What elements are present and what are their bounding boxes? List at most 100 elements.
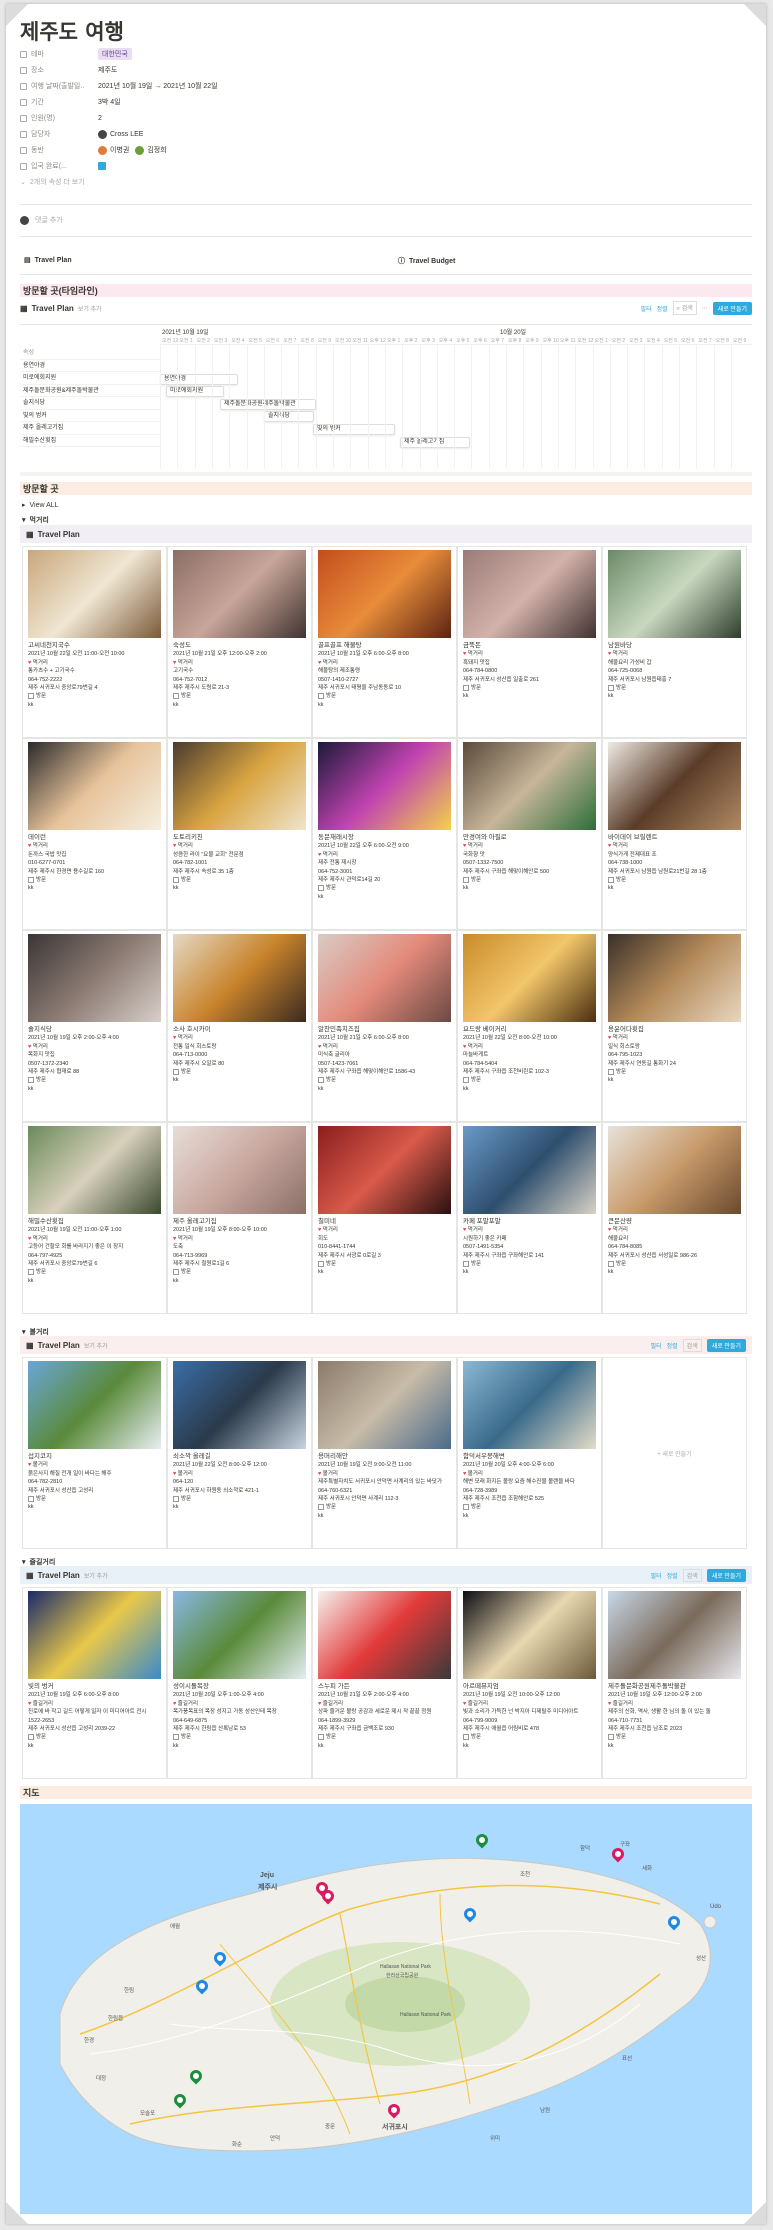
checkbox[interactable] (463, 1503, 469, 1510)
gallery-card[interactable]: 빛의 벙커 2021년 10월 19일 오후 6:00-오후 8:00 ♥ 즐길거리… (22, 1587, 167, 1779)
gallery-card[interactable]: 만경여와 아필로 ♥ 먹거리 국화향 맛 0507-1332-7500 제주 제주시 구… (457, 738, 602, 930)
timeline-bar[interactable]: 제주 올레고기집 (400, 437, 470, 448)
checkbox[interactable] (608, 876, 614, 883)
checkbox[interactable] (173, 876, 179, 883)
timeline-scrollbar[interactable] (20, 472, 752, 476)
add-comment[interactable]: 댓글 추가 (20, 212, 63, 228)
checkbox[interactable] (608, 1733, 614, 1740)
timeline-row-name[interactable]: 미로에회지원 (20, 372, 160, 385)
gallery-card[interactable]: 남원바당 ♥ 먹거리 해물요리 가성비 갑 064-725-0068 제주 서귀포시 남… (602, 546, 747, 738)
timeline-row-name[interactable]: 제주돌문화공원&제주돌박물관 (20, 385, 160, 397)
checkbox[interactable] (173, 692, 179, 699)
checkbox[interactable] (173, 1733, 179, 1740)
checkbox[interactable] (28, 1733, 34, 1740)
checkbox[interactable] (173, 1495, 179, 1502)
checkbox[interactable] (608, 684, 614, 691)
checkbox[interactable] (318, 692, 324, 699)
link-travel-plan[interactable]: ▤ Travel Plan (24, 256, 72, 265)
checkbox[interactable] (173, 1268, 179, 1275)
timeline-bar[interactable]: 솔지식당 (264, 411, 314, 422)
gallery-card[interactable]: 용머리해안 2021년 10월 19일 오전 9:00-오전 11:00 ♥ 볼거리… (312, 1357, 457, 1549)
card-visited[interactable]: 방문 (608, 1733, 743, 1741)
checkbox[interactable] (318, 1076, 324, 1083)
map-embed[interactable]: Jeju 제주시 Hallasan National Park 한라산국립공원 … (20, 1804, 752, 2214)
gallery-card[interactable]: 성이시돌목장 2021년 10월 20일 오후 1:00-오후 4:00 ♥ 즐길거… (167, 1587, 312, 1779)
search-button[interactable]: 검색 (682, 1568, 702, 1582)
more-props[interactable]: ⌄ 2개의 속성 더 보기 (20, 174, 750, 190)
checkbox[interactable] (318, 1260, 324, 1267)
card-visited[interactable]: 방문 (28, 692, 163, 700)
card-visited[interactable]: 방문 (608, 1260, 743, 1268)
toggle-view-all[interactable]: ▸ View ALL (22, 497, 59, 513)
card-visited[interactable]: 방문 (318, 1503, 453, 1511)
card-visited[interactable]: 방문 (463, 1076, 598, 1084)
gallery-card[interactable]: 솔지식당 2021년 10월 19일 오후 2:00-오후 4:00 ♥ 먹거리 목화… (22, 930, 167, 1122)
timeline-row-name[interactable]: 용연야경 (20, 360, 160, 372)
timeline-bar[interactable]: 용연야경 (160, 374, 238, 385)
prop-date[interactable]: 여행 날짜(출발일.. 2021년 10월 19일 → 2021년 10월 22일 (20, 78, 750, 94)
card-visited[interactable]: 방문 (318, 1260, 453, 1268)
add-view[interactable]: 보기 추가 (84, 1341, 108, 1350)
gallery-card[interactable]: 동문재래시장 2021년 10월 22일 오후 6:00-오전 9:00 ♥ 먹거리… (312, 738, 457, 930)
gallery-card[interactable]: 제주돌문화공원제주돌박물관 2021년 10월 19일 오후 12:00-오후 2… (602, 1587, 747, 1779)
card-visited[interactable]: 방문 (173, 1733, 308, 1741)
card-visited[interactable]: 방문 (28, 1495, 163, 1503)
filter-button[interactable]: 필터 (641, 304, 652, 313)
card-visited[interactable]: 방문 (463, 876, 598, 884)
add-view[interactable]: 보기 추가 (84, 1571, 108, 1580)
checkbox[interactable] (463, 1733, 469, 1740)
card-visited[interactable]: 방문 (463, 684, 598, 692)
sort-button[interactable]: 정렬 (667, 1341, 678, 1350)
search-button[interactable]: 검색 (682, 1338, 702, 1352)
checkbox[interactable] (608, 1260, 614, 1267)
card-visited[interactable]: 방문 (318, 692, 453, 700)
card-visited[interactable]: 방문 (463, 1260, 598, 1268)
card-visited[interactable]: 방문 (318, 1076, 453, 1084)
gallery-card[interactable]: 숙성도 2021년 10월 21일 오후 12:00-오후 2:00 ♥ 먹거리 고기… (167, 546, 312, 738)
checkbox[interactable] (173, 1068, 179, 1075)
checkbox[interactable] (318, 1503, 324, 1510)
card-visited[interactable]: 방문 (28, 876, 163, 884)
card-visited[interactable]: 방문 (173, 1268, 308, 1276)
card-visited[interactable]: 방문 (608, 684, 743, 692)
gallery-card[interactable]: 카페 포말포말 ♥ 먹거리 시원하기 좋은 카페 0507-1491-5354 제주 제… (457, 1122, 602, 1314)
gallery-card[interactable]: 섭지코지 ♥ 볼거리 붉은사지 해질 전개 일이 바다는 해주 064-782-281… (22, 1357, 167, 1549)
timeline-bar[interactable]: 제주돌문화공원제주돌박물관 (220, 399, 316, 410)
timeline-row-name[interactable]: 제주 올레고기집 (20, 422, 160, 435)
timeline-bar[interactable]: 빛의 벙커 (313, 424, 395, 435)
link-travel-budget[interactable]: ⓘ Travel Budget (398, 256, 455, 266)
checkbox[interactable] (318, 1733, 324, 1740)
card-visited[interactable]: 방문 (463, 1503, 598, 1511)
gallery-card[interactable]: 데이런 ♥ 먹거리 돈까스 국밥 맛집 010-6277-0701 제주 제주시 한경면… (22, 738, 167, 930)
gallery-card[interactable]: 쇠소깍 올레길 2021년 10월 22일 오전 8:00-오후 12:00 ♥ 볼… (167, 1357, 312, 1549)
gallery-card[interactable]: 알찬민족치즈집 2021년 10월 21일 오후 6:00-오후 8:00 ♥ 먹거… (312, 930, 457, 1122)
checkbox[interactable] (608, 1068, 614, 1075)
checkbox[interactable] (318, 884, 324, 891)
prop-insurance[interactable]: 입국 완료(... (20, 158, 750, 174)
card-visited[interactable]: 방문 (608, 1068, 743, 1076)
gallery-card[interactable]: 용윤어다횟집 ♥ 먹거리 일식 회스토랑 064-795-1023 제주 제주시 연동길… (602, 930, 747, 1122)
prop-partner[interactable]: 동반 이병권 김정희 (20, 142, 750, 158)
gallery-card[interactable]: 칠미네 ♥ 먹거리 회도 010-8441-1744 제주 제주시 서광로 0로길 3방… (312, 1122, 457, 1314)
more-icon[interactable]: ⋯ (702, 305, 708, 312)
filter-button[interactable]: 필터 (651, 1571, 662, 1580)
gallery-card[interactable]: 해밀수산횟집 2021년 10월 19일 오전 11:00-오후 1:00 ♥ 먹거… (22, 1122, 167, 1314)
sort-button[interactable]: 정렬 (657, 304, 668, 313)
gallery-card[interactable]: 제주 올레고기집 2021년 10월 19일 오후 8:00-오후 10:00 ♥ … (167, 1122, 312, 1314)
checkbox[interactable] (28, 1495, 34, 1502)
checkbox[interactable] (463, 876, 469, 883)
new-button[interactable]: 새로 만들기 (706, 1568, 746, 1582)
card-visited[interactable]: 방문 (173, 692, 308, 700)
checkbox[interactable] (28, 1076, 34, 1083)
card-visited[interactable]: 방문 (28, 1076, 163, 1084)
checkbox[interactable] (28, 1268, 34, 1275)
gallery-card[interactable]: 아르떼뮤지엄 2021년 10월 19일 오전 10:00-오후 12:00 ♥ 즐… (457, 1587, 602, 1779)
search-button[interactable]: ⌕ 검색 (672, 301, 697, 315)
prop-period[interactable]: 기간 3박 4일 (20, 94, 750, 110)
add-view[interactable]: 보기 추가 (78, 304, 102, 313)
gallery-card[interactable]: 요드랑 베이커리 2021년 10월 22일 오전 8:00-오전 10:00 ♥ … (457, 930, 602, 1122)
checkbox[interactable] (28, 692, 34, 699)
checkbox[interactable] (28, 876, 34, 883)
prop-count[interactable]: 인원(명) 2 (20, 110, 750, 126)
timeline-row-name[interactable]: 해밀수산횟집 (20, 435, 160, 447)
